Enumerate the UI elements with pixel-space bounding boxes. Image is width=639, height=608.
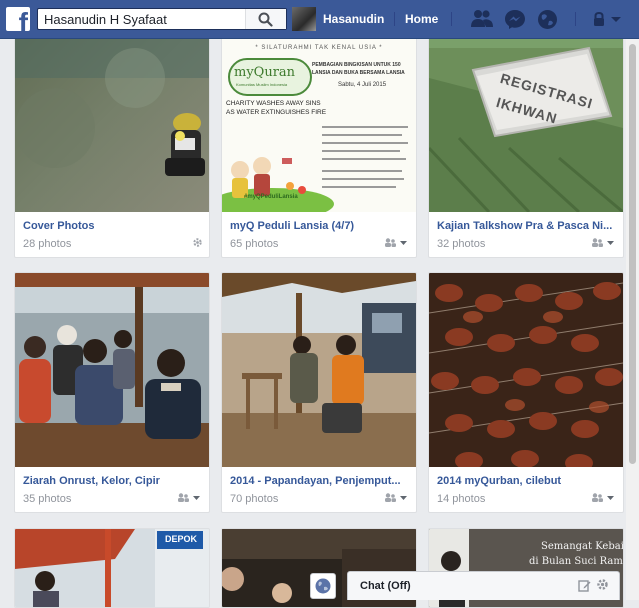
album-photo-count: 70 photos <box>230 493 279 505</box>
poster-hashtag: #myQPeduliLansia <box>244 194 298 200</box>
album-thumbnail[interactable] <box>15 273 209 467</box>
album-title[interactable]: 2014 - Papandayan, Penjemput... <box>230 475 408 487</box>
gear-icon[interactable] <box>192 237 203 251</box>
friends-audience-icon <box>592 238 603 247</box>
globe-icon <box>315 578 331 594</box>
poster-tagline: * SILATURAHMI TAK KENAL USIA * <box>255 45 383 51</box>
chat-globe-button[interactable] <box>310 573 336 599</box>
album-photo-count: 35 photos <box>23 493 72 505</box>
album-card-row3-1[interactable]: DEPOK <box>14 528 210 608</box>
page-scrollbar[interactable] <box>626 38 639 600</box>
profile-name: Hasanudin <box>323 12 385 26</box>
facebook-logo[interactable]: f <box>6 7 30 31</box>
poster-headline-1: PEMBAGIAN BINGKISAN UNTUK 150 <box>312 62 401 68</box>
album-thumbnail[interactable]: * SILATURAHMI TAK KENAL USIA * myQuran K… <box>222 18 416 212</box>
notifications-globe-icon[interactable] <box>537 9 558 33</box>
album-title[interactable]: 2014 myQurban, cilebut <box>437 475 615 487</box>
chevron-down-icon <box>400 241 407 245</box>
friend-requests-icon[interactable] <box>470 9 494 32</box>
album-card-ziarah-onrust[interactable]: Ziarah Onrust, Kelor, Cipir 35 photos <box>14 272 210 513</box>
album-card-myqurban-cilebut[interactable]: 2014 myQurban, cilebut 14 photos <box>428 272 624 513</box>
album-title[interactable]: myQ Peduli Lansia (4/7) <box>230 220 408 232</box>
search-input[interactable] <box>38 9 246 29</box>
nav-divider <box>394 12 395 26</box>
messenger-icon[interactable] <box>504 9 526 32</box>
album-photo-count: 14 photos <box>437 493 486 505</box>
album-photo-count: 65 photos <box>230 238 279 250</box>
search-icon <box>258 12 273 27</box>
friends-audience-icon <box>385 238 396 247</box>
search-button[interactable] <box>245 9 286 29</box>
album-thumbnail[interactable] <box>222 273 416 467</box>
chevron-down-icon <box>193 496 200 500</box>
poster-headline-2: LANSIA DAN BUKA BERSAMA LANSIA <box>312 70 405 76</box>
privacy-lock-icon[interactable] <box>592 11 606 29</box>
station-sign: DEPOK <box>165 534 198 544</box>
chat-bar[interactable]: Chat (Off) <box>347 571 620 600</box>
account-menu-chevron-icon[interactable] <box>610 10 622 31</box>
poster-date: Sabtu, 4 Juli 2015 <box>338 82 387 88</box>
audience-selector[interactable] <box>384 492 408 506</box>
album-photo-count: 32 photos <box>437 238 486 250</box>
overlay-text-line-1: Semangat Kebaik <box>541 541 623 552</box>
audience-selector[interactable] <box>384 237 408 251</box>
chevron-down-icon <box>607 496 614 500</box>
audience-selector[interactable] <box>177 492 201 506</box>
friends-audience-icon <box>592 493 603 502</box>
scrollbar-thumb[interactable] <box>629 44 636 464</box>
avatar <box>292 7 316 31</box>
friends-audience-icon <box>178 493 189 502</box>
chat-settings-gear-icon[interactable] <box>596 578 609 591</box>
album-thumbnail[interactable] <box>429 273 623 467</box>
album-card-papandayan[interactable]: 2014 - Papandayan, Penjemput... 70 photo… <box>221 272 417 513</box>
search-box <box>37 8 287 30</box>
poster-charity: CHARITY WASHES AWAY SINS <box>226 100 321 107</box>
nav-divider <box>451 12 452 26</box>
album-grid: Cover Photos 28 photos * SILATURAHMI TAK… <box>0 0 639 608</box>
home-link[interactable]: Home <box>405 12 438 26</box>
friends-audience-icon <box>385 493 396 502</box>
chevron-down-icon <box>607 241 614 245</box>
audience-selector[interactable] <box>591 492 615 506</box>
album-thumbnail[interactable]: DEPOK <box>15 529 209 607</box>
album-title[interactable]: Cover Photos <box>23 220 201 232</box>
album-title[interactable]: Ziarah Onrust, Kelor, Cipir <box>23 475 201 487</box>
album-card-kajian-talkshow[interactable]: REGISTRASI IKHWAN Kajian Talkshow Pra & … <box>428 17 624 258</box>
compose-message-icon[interactable] <box>578 579 591 592</box>
chevron-down-icon <box>400 496 407 500</box>
album-title[interactable]: Kajian Talkshow Pra & Pasca Ni... <box>437 220 615 232</box>
audience-selector[interactable] <box>591 237 615 251</box>
top-navigation-bar: f Hasanudin Home <box>0 0 639 39</box>
album-card-cover-photos[interactable]: Cover Photos 28 photos <box>14 17 210 258</box>
myquran-logo: myQuran Komunitas Muslim Indonesia <box>228 58 312 96</box>
overlay-text-line-2: di Bulan Suci Ramadh <box>529 556 623 567</box>
chat-status-label[interactable]: Chat (Off) <box>360 580 411 592</box>
nav-divider <box>575 12 576 26</box>
album-card-myq-peduli-lansia[interactable]: * SILATURAHMI TAK KENAL USIA * myQuran K… <box>221 17 417 258</box>
album-photo-count: 28 photos <box>23 238 72 250</box>
album-thumbnail[interactable] <box>15 18 209 212</box>
poster-charity-2: AS WATER EXTINGUISHES FIRE <box>226 109 327 116</box>
album-thumbnail[interactable]: REGISTRASI IKHWAN <box>429 18 623 212</box>
